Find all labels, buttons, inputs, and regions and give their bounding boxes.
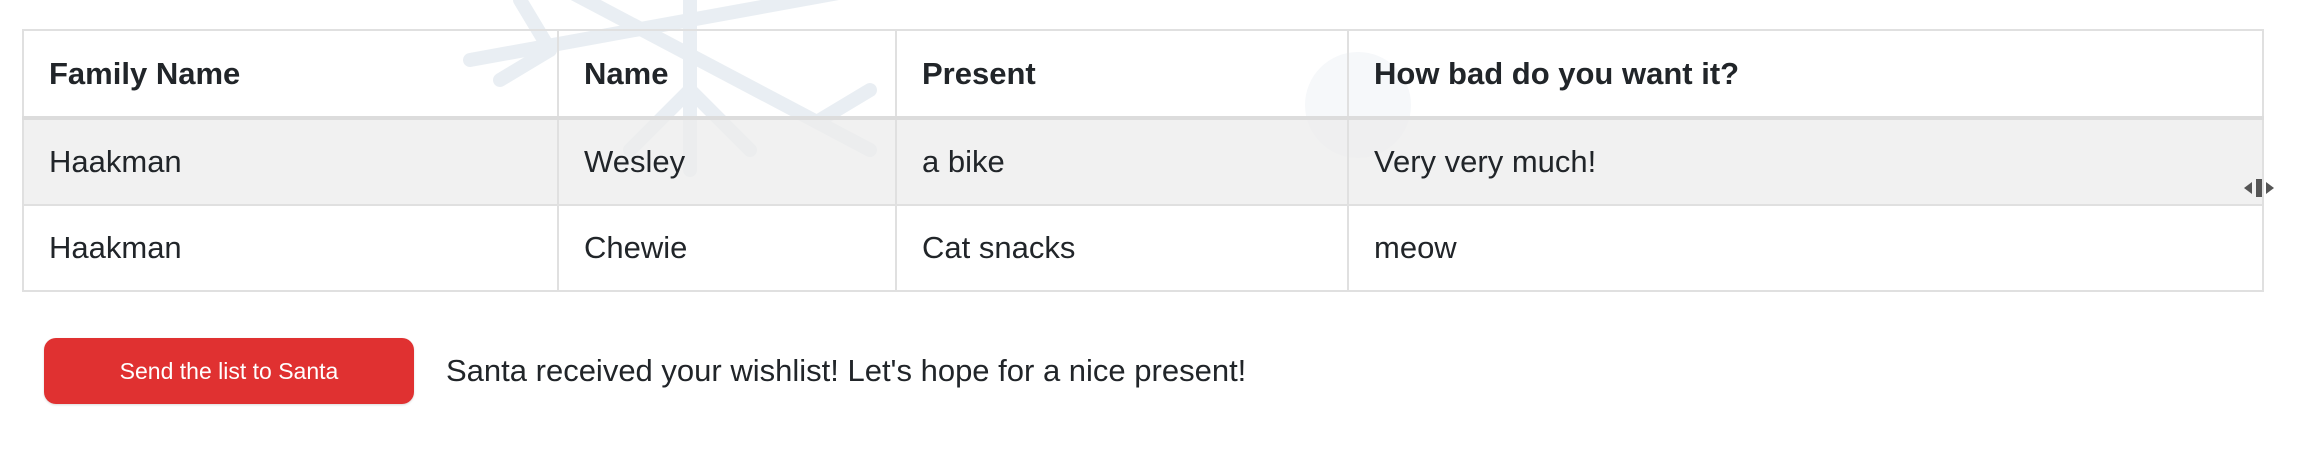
cell-how-bad: Very very much!	[1347, 117, 2264, 206]
cell-present: Cat snacks	[895, 204, 1349, 292]
header-name: Name	[557, 29, 897, 120]
resize-cursor-icon	[2244, 179, 2274, 197]
table-header-row: Family Name Name Present How bad do you …	[22, 29, 2264, 120]
wishlist-page: Family Name Name Present How bad do you …	[0, 0, 2307, 455]
cell-family-name: Haakman	[22, 117, 559, 206]
wishlist-table: Family Name Name Present How bad do you …	[22, 29, 2264, 292]
cell-name: Chewie	[557, 204, 897, 292]
header-how-bad: How bad do you want it?	[1347, 29, 2264, 120]
action-row: Send the list to Santa Santa received yo…	[44, 338, 1246, 404]
header-family-name: Family Name	[22, 29, 559, 120]
send-to-santa-button[interactable]: Send the list to Santa	[44, 338, 414, 404]
table-row: Haakman Wesley a bike Very very much!	[22, 117, 2264, 206]
status-message: Santa received your wishlist! Let's hope…	[446, 353, 1247, 388]
header-present: Present	[895, 29, 1349, 120]
table-row: Haakman Chewie Cat snacks meow	[22, 204, 2264, 292]
cell-how-bad: meow	[1347, 204, 2264, 292]
cell-present: a bike	[895, 117, 1349, 206]
cell-name: Wesley	[557, 117, 897, 206]
cell-family-name: Haakman	[22, 204, 559, 292]
